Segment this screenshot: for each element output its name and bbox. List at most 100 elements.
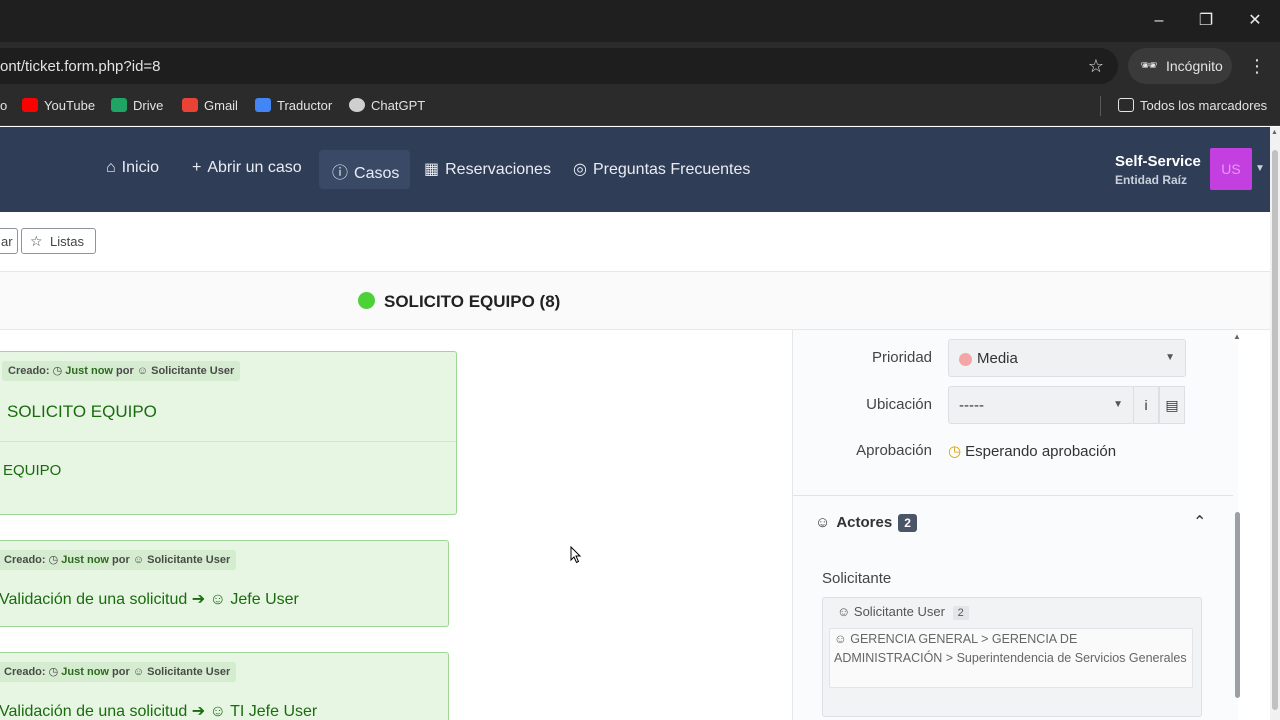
user-icon: ☺ [132, 554, 145, 566]
bookmark-label: Drive [133, 98, 164, 113]
ticket-header: SOLICITO EQUIPO (8) [0, 272, 1270, 330]
bookmark-fragment[interactable]: o [0, 98, 7, 113]
bookmark-translate[interactable]: Traductor [255, 98, 332, 113]
validation-line: Validación de una solicitud ➔ ☺ TI Jefe … [0, 701, 317, 720]
omnibox[interactable]: ont/ticket.form.php?id=8 ☆ [0, 48, 1118, 84]
chevron-down-icon[interactable]: ▼ [1255, 163, 1265, 174]
divider [0, 441, 456, 442]
ticket-toolbar: ar ☆ Listas [0, 212, 1270, 272]
bookmarks-separator [1100, 96, 1101, 116]
nav-item-inicio[interactable]: ⌂ Inicio [106, 159, 159, 177]
requester-group-tag[interactable]: ☺ GERENCIA GENERAL > GERENCIA DE ADMINIS… [829, 628, 1193, 688]
priority-label: Prioridad [871, 349, 932, 366]
timeline-time: Just now [65, 365, 113, 377]
alert-circle-icon: ⓘ [332, 165, 349, 182]
nav-label: Reservaciones [445, 161, 551, 178]
bookmark-youtube[interactable]: YouTube [22, 98, 95, 113]
gmail-icon [182, 98, 198, 112]
location-select[interactable]: ----- ▼ [948, 386, 1134, 424]
toolbar-button-label: ar [1, 234, 13, 249]
timeline-item: Creado: ◷ Just now por ☺ Solicitante Use… [0, 652, 449, 720]
requester-field[interactable]: ☺ Solicitante User 2 ☺ GERENCIA GENERAL … [822, 597, 1202, 717]
nav-item-casos[interactable]: ⓘ Casos [332, 159, 399, 183]
chatgpt-icon [349, 98, 365, 112]
timeline-meta: Creado: ◷ Just now por ☺ Solicitante Use… [0, 550, 237, 570]
timeline-time: Just now [61, 554, 109, 566]
youtube-icon [22, 98, 38, 112]
requester-user-name: Solicitante User [853, 604, 945, 619]
nav-item-reservaciones[interactable]: ▦ Reservaciones [424, 159, 551, 179]
restore-icon[interactable]: ❐ [1193, 8, 1219, 34]
nav-item-abrir-caso[interactable]: + Abrir un caso [192, 159, 302, 177]
actors-header[interactable]: ☺ Actores 2 [815, 514, 917, 532]
clock-icon: ◷ [948, 443, 962, 460]
approval-status: ◷ Esperando aprobación [948, 442, 1116, 460]
address-bar-row: ont/ticket.form.php?id=8 ☆ 🕶 Incógnito [0, 42, 1280, 90]
divider [793, 495, 1233, 496]
scroll-up-icon[interactable]: ▲ [1233, 332, 1241, 341]
lists-button-label: Listas [50, 234, 84, 249]
timeline-author: Solicitante User [147, 666, 231, 678]
browser-menu-icon[interactable]: ⋮ [1247, 52, 1267, 80]
lists-button[interactable]: ☆ Listas [21, 228, 96, 254]
actors-count-badge: 2 [898, 514, 917, 532]
minimize-icon[interactable]: – [1146, 8, 1172, 34]
all-bookmarks[interactable]: Todos los marcadores [1118, 98, 1267, 113]
incognito-icon: 🕶 [1140, 57, 1158, 73]
url-text[interactable]: ont/ticket.form.php?id=8 [0, 58, 161, 75]
priority-dot-icon [959, 353, 972, 366]
mouse-cursor-icon [570, 546, 582, 564]
chevron-up-icon[interactable]: ⌃ [1193, 512, 1206, 532]
bookmark-label: Gmail [204, 98, 238, 113]
toolbar-button-partial[interactable]: ar [0, 228, 18, 254]
timeline-title: SOLICITO EQUIPO [7, 402, 157, 421]
star-icon: ☆ [30, 233, 43, 249]
lifebuoy-icon: ◎ [573, 161, 587, 178]
created-label: Creado: [4, 666, 46, 678]
translate-icon [255, 98, 271, 112]
timeline-author: Solicitante User [147, 554, 231, 566]
info-icon[interactable]: i [1133, 386, 1159, 424]
profile-entity[interactable]: Entidad Raíz [1115, 173, 1187, 187]
clock-icon: ◷ [52, 365, 63, 377]
validation-target: Jefe User [230, 591, 299, 608]
user-icon: ☺ [136, 365, 149, 377]
ticket-title: SOLICITO EQUIPO (8) [384, 292, 561, 311]
bookmark-star-icon[interactable]: ☆ [1088, 56, 1104, 77]
nav-item-faq[interactable]: ◎ Preguntas Frecuentes [573, 159, 750, 179]
user-icon: ☺ [837, 604, 851, 619]
calendar-icon: ▦ [424, 161, 440, 178]
validation-line: Validación de una solicitud ➔ ☺ Jefe Use… [0, 589, 299, 609]
bookmark-chatgpt[interactable]: ChatGPT [349, 98, 425, 113]
incognito-indicator[interactable]: 🕶 Incógnito [1128, 48, 1232, 84]
validation-text: Validación de una solicitud [0, 703, 188, 720]
validation-text: Validación de una solicitud [0, 591, 188, 608]
timeline-body: EQUIPO [3, 462, 62, 479]
incognito-label: Incógnito [1166, 58, 1223, 74]
requester-user-tag[interactable]: ☺ Solicitante User 2 [837, 604, 969, 620]
users-icon: ☺ [834, 632, 847, 646]
bookmark-label: Traductor [277, 98, 333, 113]
bookmark-label: ChatGPT [371, 98, 426, 113]
clock-icon: ◷ [48, 554, 59, 566]
profile-name[interactable]: Self-Service [1115, 153, 1201, 170]
map-icon[interactable]: ▤ [1159, 386, 1185, 424]
requester-label: Solicitante [822, 570, 892, 587]
bookmark-gmail[interactable]: Gmail [182, 98, 238, 113]
avatar[interactable]: US [1210, 148, 1252, 190]
by-label: por [112, 554, 130, 566]
bookmarks-bar: o YouTube Drive Gmail Traductor ChatGPT … [0, 90, 1280, 126]
page-scrollbar-thumb[interactable] [1272, 150, 1278, 710]
created-label: Creado: [4, 554, 46, 566]
close-icon[interactable]: ✕ [1242, 8, 1268, 34]
nav-label: Preguntas Frecuentes [592, 161, 751, 178]
priority-select[interactable]: Media ▼ [948, 339, 1186, 377]
nav-label: Abrir un caso [207, 159, 302, 176]
by-label: por [116, 365, 134, 377]
scroll-up-icon[interactable]: ▲ [1271, 129, 1278, 136]
arrow-right-icon: ➔ [191, 591, 206, 608]
user-icon: ☺ [209, 703, 226, 720]
bookmark-drive[interactable]: Drive [111, 98, 163, 113]
panel-scrollbar-thumb[interactable] [1235, 512, 1240, 698]
by-label: por [112, 666, 130, 678]
